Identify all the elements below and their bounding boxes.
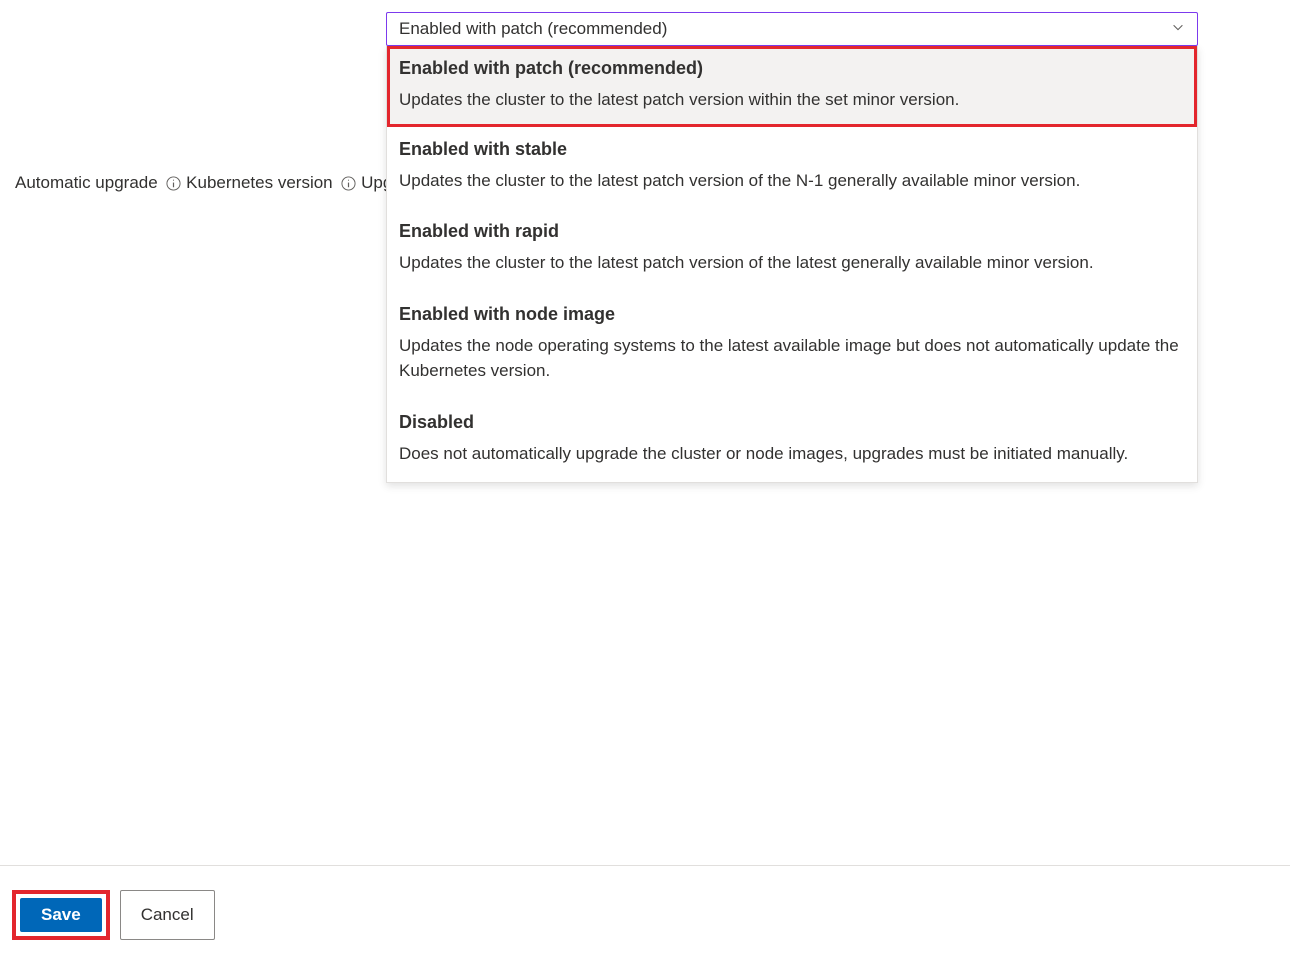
kubernetes-version-label: Kubernetes version xyxy=(186,173,356,193)
dropdown-option-enabled-rapid[interactable]: Enabled with rapid Updates the cluster t… xyxy=(387,209,1197,292)
option-desc: Updates the cluster to the latest patch … xyxy=(399,168,1185,194)
form-fields-column: Enabled with patch (recommended) Enabled… xyxy=(386,12,1198,483)
dropdown-selected-value: Enabled with patch (recommended) xyxy=(399,19,667,39)
automatic-upgrade-label: Automatic upgrade xyxy=(15,173,182,193)
option-desc: Does not automatically upgrade the clust… xyxy=(399,441,1185,467)
option-desc: Updates the node operating systems to th… xyxy=(399,333,1185,384)
dropdown-option-disabled[interactable]: Disabled Does not automatically upgrade … xyxy=(387,400,1197,483)
highlight-box: Enabled with patch (recommended) Updates… xyxy=(387,46,1197,127)
info-icon[interactable] xyxy=(166,175,182,191)
highlight-box: Save xyxy=(12,890,110,940)
option-title: Disabled xyxy=(399,412,1185,433)
info-icon[interactable] xyxy=(341,175,357,191)
kubernetes-version-label-text: Kubernetes version xyxy=(186,173,332,193)
dropdown-option-enabled-stable[interactable]: Enabled with stable Updates the cluster … xyxy=(387,127,1197,210)
dropdown-option-enabled-patch[interactable]: Enabled with patch (recommended) Updates… xyxy=(390,49,1194,124)
chevron-down-icon xyxy=(1171,19,1185,39)
cancel-button[interactable]: Cancel xyxy=(120,890,215,940)
dropdown-option-enabled-node-image[interactable]: Enabled with node image Updates the node… xyxy=(387,292,1197,400)
option-desc: Updates the cluster to the latest patch … xyxy=(399,250,1185,276)
footer-actions: Save Cancel xyxy=(0,865,1290,964)
option-title: Enabled with rapid xyxy=(399,221,1185,242)
automatic-upgrade-dropdown-list: Enabled with patch (recommended) Updates… xyxy=(386,46,1198,483)
option-title: Enabled with patch (recommended) xyxy=(399,58,1185,79)
option-title: Enabled with stable xyxy=(399,139,1185,160)
option-desc: Updates the cluster to the latest patch … xyxy=(399,87,1185,113)
save-button[interactable]: Save xyxy=(20,898,102,932)
automatic-upgrade-label-text: Automatic upgrade xyxy=(15,173,158,193)
option-title: Enabled with node image xyxy=(399,304,1185,325)
automatic-upgrade-dropdown[interactable]: Enabled with patch (recommended) xyxy=(386,12,1198,46)
